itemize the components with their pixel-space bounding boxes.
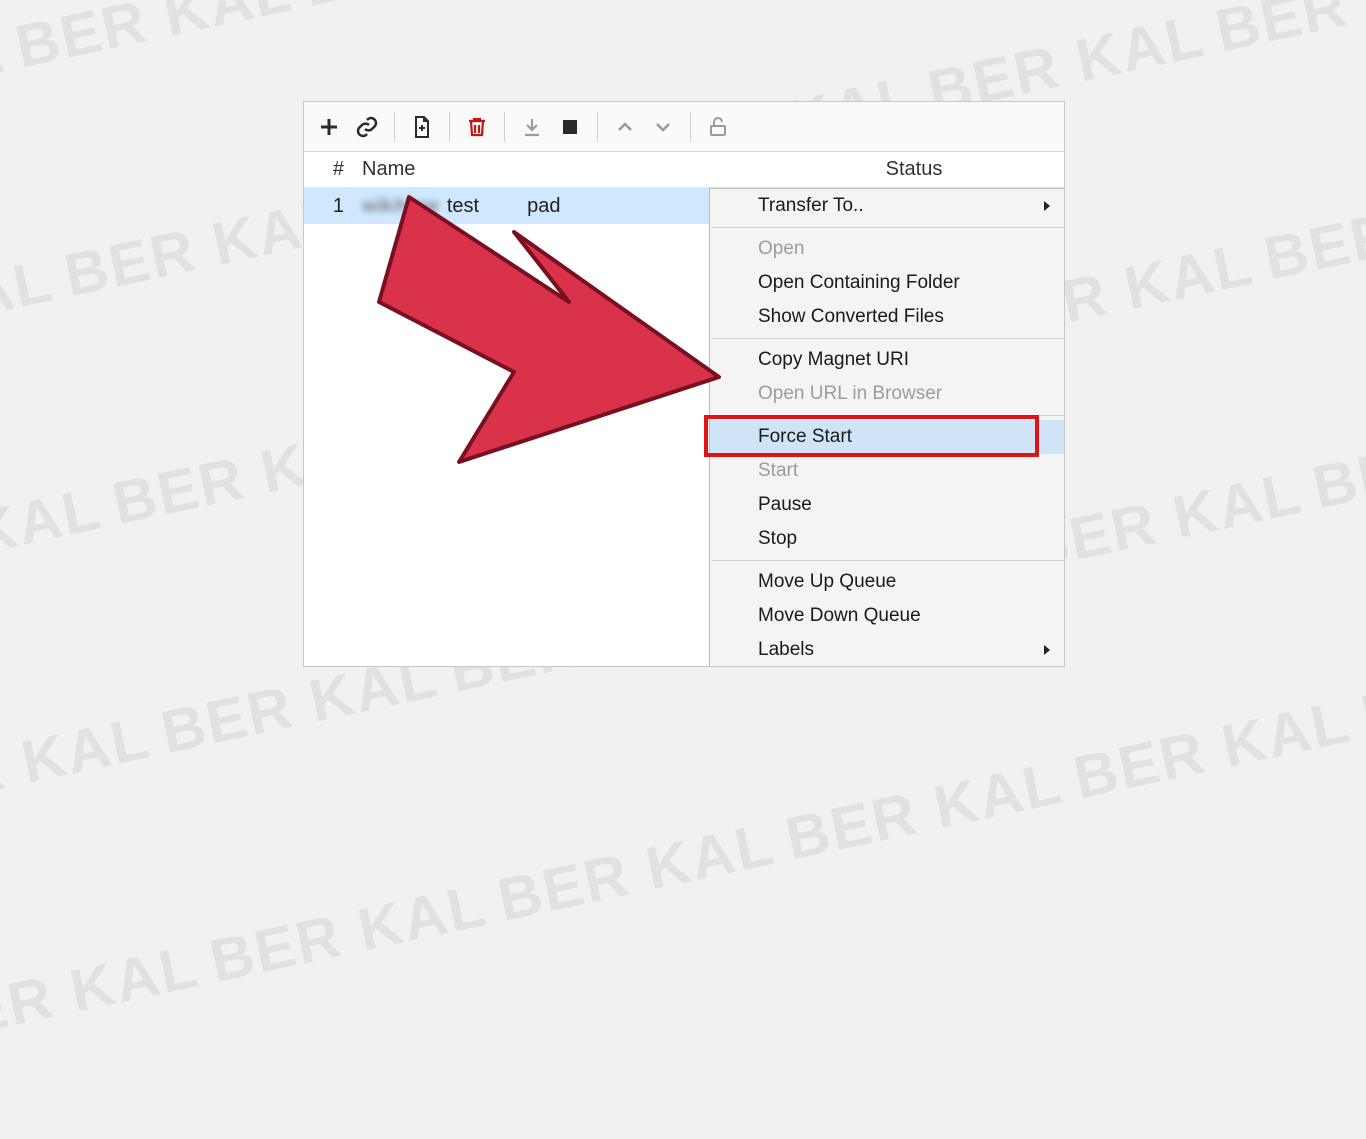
- delete-button[interactable]: [458, 108, 496, 146]
- move-up-button[interactable]: [606, 108, 644, 146]
- submenu-arrow-icon: [1044, 201, 1050, 211]
- menu-copy-magnet[interactable]: Copy Magnet URI: [710, 343, 1065, 377]
- stop-button[interactable]: [551, 108, 589, 146]
- unlock-button[interactable]: [699, 108, 737, 146]
- menu-open-folder[interactable]: Open Containing Folder: [710, 266, 1065, 300]
- download-button[interactable]: [513, 108, 551, 146]
- menu-open-url: Open URL in Browser: [710, 377, 1065, 411]
- header-index[interactable]: #: [304, 158, 356, 181]
- menu-start: Start: [710, 454, 1065, 488]
- menu-show-converted[interactable]: Show Converted Files: [710, 300, 1065, 334]
- context-menu: Transfer To.. Open Open Containing Folde…: [709, 188, 1065, 667]
- column-headers: # Name Status: [304, 152, 1064, 188]
- menu-labels[interactable]: Labels: [710, 633, 1065, 667]
- add-link-button[interactable]: [348, 108, 386, 146]
- menu-open: Open: [710, 232, 1065, 266]
- menu-move-up[interactable]: Move Up Queue: [710, 565, 1065, 599]
- submenu-arrow-icon: [1044, 645, 1050, 655]
- menu-stop[interactable]: Stop: [710, 522, 1065, 556]
- menu-pause[interactable]: Pause: [710, 488, 1065, 522]
- toolbar: [304, 102, 1064, 152]
- menu-force-start[interactable]: Force Start: [710, 420, 1065, 454]
- new-file-button[interactable]: [403, 108, 441, 146]
- menu-move-down[interactable]: Move Down Queue: [710, 599, 1065, 633]
- header-status[interactable]: Status: [764, 158, 1064, 181]
- menu-transfer-to[interactable]: Transfer To..: [710, 189, 1065, 223]
- move-down-button[interactable]: [644, 108, 682, 146]
- header-name[interactable]: Name: [356, 158, 764, 181]
- app-window: # Name Status 1 wikiHow test pad Transfe…: [303, 101, 1065, 667]
- row-index: 1: [304, 195, 356, 218]
- add-button[interactable]: [310, 108, 348, 146]
- row-name: wikiHow test pad: [356, 195, 726, 218]
